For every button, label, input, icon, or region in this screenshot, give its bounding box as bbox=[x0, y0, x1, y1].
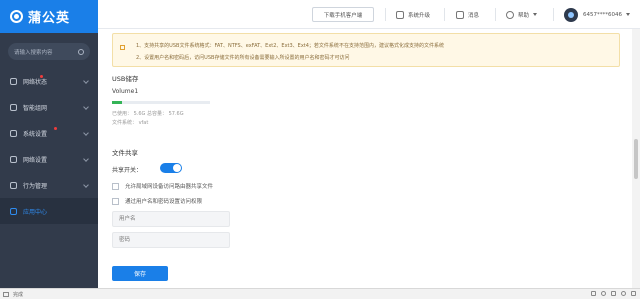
avatar bbox=[564, 7, 578, 22]
sidebar-item-app-center[interactable]: 应用中心 bbox=[0, 198, 98, 224]
storage-usage-fill bbox=[112, 101, 122, 104]
chevron-down-icon bbox=[83, 156, 89, 162]
messages-label: 消息 bbox=[468, 12, 480, 19]
sidebar-item-label: 应用中心 bbox=[23, 208, 48, 216]
lan-access-label: 允许局域网设备访问路由器共享文件 bbox=[125, 184, 214, 190]
dandelion-logo-icon bbox=[10, 10, 23, 23]
system-upgrade-button[interactable]: 系统升级 bbox=[396, 7, 430, 22]
notice-line-1: 1、支持共享的USB文件系统格式：FAT、NTFS、exFAT、Ext2、Ext… bbox=[136, 43, 444, 49]
password-field[interactable] bbox=[112, 232, 230, 248]
security-icon[interactable] bbox=[601, 291, 606, 296]
notification-dot bbox=[54, 127, 57, 130]
page-scrollbar[interactable] bbox=[632, 29, 640, 288]
sidebar-item-label: 网络设置 bbox=[23, 156, 48, 164]
help-menu[interactable]: 帮助 bbox=[506, 7, 538, 22]
sidebar-item-system-settings[interactable]: 系统设置 bbox=[0, 120, 98, 146]
storage-usage-text: 已使用： 5.6G 总容量： 57.6G bbox=[112, 111, 184, 117]
main-content: 1、支持共享的USB文件系统格式：FAT、NTFS、exFAT、Ext2、Ext… bbox=[98, 29, 640, 288]
storage-usage-bar bbox=[112, 101, 210, 104]
fullscreen-icon[interactable] bbox=[631, 291, 636, 296]
brand-logo[interactable]: 蒲公英 bbox=[0, 0, 98, 33]
divider bbox=[553, 8, 554, 21]
chevron-down-icon bbox=[83, 104, 89, 110]
chevron-down-icon bbox=[83, 182, 89, 188]
status-tools bbox=[591, 291, 636, 296]
sidebar-item-label: 行为管理 bbox=[23, 182, 48, 190]
chevron-down-icon bbox=[83, 130, 89, 136]
upgrade-icon bbox=[396, 10, 404, 19]
share-toggle-label: 共享开关： bbox=[112, 167, 143, 174]
app-window: 蒲公英 请输入搜索内容 网络状态 智能组网 系统设置 网络设置 行为管理 应用中… bbox=[0, 0, 640, 299]
auth-access-checkbox[interactable] bbox=[112, 197, 119, 205]
page-icon bbox=[3, 292, 9, 297]
caret-down-icon bbox=[626, 13, 630, 16]
notice-icon bbox=[120, 45, 125, 50]
app-center-icon bbox=[10, 207, 17, 215]
chevron-down-icon bbox=[83, 78, 89, 84]
volume-name: Volume1 bbox=[112, 88, 139, 95]
scroll-thumb[interactable] bbox=[634, 139, 638, 179]
sidebar-search[interactable]: 请输入搜索内容 bbox=[8, 43, 90, 60]
username-field[interactable] bbox=[112, 211, 230, 227]
toggle-knob bbox=[173, 164, 181, 172]
lan-access-checkbox[interactable] bbox=[112, 182, 119, 190]
zoom-icon[interactable] bbox=[621, 291, 626, 296]
bell-icon bbox=[456, 10, 464, 19]
usb-storage-title: USB储存 bbox=[112, 75, 139, 83]
sidebar-item-behavior-management[interactable]: 行为管理 bbox=[0, 172, 98, 198]
user-menu[interactable]: 6457****6046 bbox=[564, 7, 630, 22]
sidebar-item-smart-networking[interactable]: 智能组网 bbox=[0, 94, 98, 120]
networking-icon bbox=[10, 103, 17, 111]
download-client-button[interactable]: 下载手机客户端 bbox=[312, 7, 374, 22]
sidebar-item-label: 网络状态 bbox=[23, 78, 48, 86]
help-icon bbox=[506, 10, 514, 19]
behavior-management-icon bbox=[10, 181, 17, 189]
save-button[interactable]: 保存 bbox=[112, 266, 168, 281]
sidebar: 蒲公英 请输入搜索内容 网络状态 智能组网 系统设置 网络设置 行为管理 应用中… bbox=[0, 0, 98, 288]
network-settings-icon bbox=[10, 155, 17, 163]
sidebar-item-label: 智能组网 bbox=[23, 104, 48, 112]
filesystem-text: 文件系统： vfat bbox=[112, 120, 149, 126]
user-account: 6457****6046 bbox=[583, 11, 622, 18]
sidebar-item-label: 系统设置 bbox=[23, 130, 48, 138]
top-bar: 下载手机客户端 系统升级 消息 帮助 6457****6046 bbox=[98, 0, 640, 29]
network-status-icon bbox=[10, 77, 17, 85]
search-icon[interactable] bbox=[78, 48, 84, 55]
divider bbox=[444, 8, 445, 21]
download-icon[interactable] bbox=[591, 291, 596, 296]
sidebar-nav: 网络状态 智能组网 系统设置 网络设置 行为管理 应用中心 bbox=[0, 68, 98, 224]
divider bbox=[495, 8, 496, 21]
extension-icon[interactable] bbox=[611, 291, 616, 296]
caret-down-icon bbox=[533, 13, 538, 16]
status-left: 完成 bbox=[3, 291, 23, 298]
auth-access-option[interactable]: 通过用户名和密码设置访问权限 bbox=[112, 197, 202, 205]
share-toggle[interactable] bbox=[160, 163, 182, 173]
sidebar-item-network-status[interactable]: 网络状态 bbox=[0, 68, 98, 94]
system-settings-icon bbox=[10, 129, 17, 137]
status-text: 完成 bbox=[13, 292, 24, 298]
help-label: 帮助 bbox=[518, 12, 530, 19]
lan-access-option[interactable]: 允许局域网设备访问路由器共享文件 bbox=[112, 182, 213, 190]
notice-box: 1、支持共享的USB文件系统格式：FAT、NTFS、exFAT、Ext2、Ext… bbox=[112, 33, 620, 67]
brand-name: 蒲公英 bbox=[28, 11, 71, 26]
auth-access-label: 通过用户名和密码设置访问权限 bbox=[125, 199, 203, 205]
sidebar-item-network-settings[interactable]: 网络设置 bbox=[0, 146, 98, 172]
messages-button[interactable]: 消息 bbox=[456, 7, 479, 22]
system-upgrade-label: 系统升级 bbox=[408, 12, 431, 19]
notice-line-2: 2、设置用户名和密码后，访问USB存储文件的所有设备需要输入所设置的用户名和密码… bbox=[136, 55, 350, 61]
browser-status-bar: 完成 bbox=[0, 288, 640, 299]
search-placeholder: 请输入搜索内容 bbox=[14, 49, 53, 56]
divider bbox=[385, 8, 386, 21]
notification-dot bbox=[40, 75, 43, 78]
file-sharing-title: 文件共享 bbox=[112, 149, 138, 157]
